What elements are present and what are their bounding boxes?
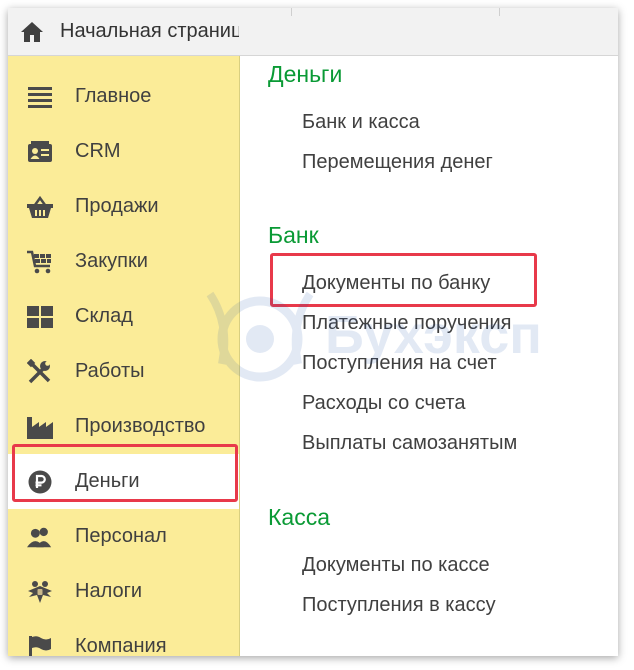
sidebar-item-label: Персонал	[75, 525, 167, 547]
link-cash-documents[interactable]: Документы по кассе	[302, 554, 490, 577]
link-account-receipts[interactable]: Поступления на счет	[302, 352, 497, 375]
section-sidebar: Главное CRM Продажи Закупки Склад Работы…	[8, 56, 240, 656]
sidebar-item-money[interactable]: Деньги	[8, 454, 239, 509]
app-window: Начальная страница Главное CRM Продажи З…	[8, 8, 618, 656]
link-bank-documents[interactable]: Документы по банку	[302, 272, 490, 295]
shopping-cart-icon	[27, 249, 53, 275]
sidebar-item-company[interactable]: Компания	[8, 619, 239, 656]
sidebar-item-label: Деньги	[75, 470, 140, 492]
link-self-employed-payouts[interactable]: Выплаты самозанятым	[302, 432, 517, 455]
section-title-bank: Банк	[268, 222, 319, 248]
sidebar-item-personnel[interactable]: Персонал	[8, 509, 239, 564]
tab-bar: Начальная страница	[8, 8, 618, 56]
link-payment-orders[interactable]: Платежные поручения	[302, 312, 511, 335]
warehouse-boxes-icon	[27, 304, 53, 330]
section-title-cash: Касса	[268, 504, 330, 530]
sidebar-item-main[interactable]: Главное	[8, 69, 239, 124]
sidebar-item-label: Продажи	[75, 195, 159, 217]
sidebar-item-label: Закупки	[75, 250, 148, 272]
contact-card-icon	[27, 139, 53, 165]
home-tab[interactable]: Начальная страница	[8, 8, 239, 55]
home-icon	[21, 21, 43, 42]
section-title-money: Деньги	[268, 61, 343, 87]
ruble-coin-icon	[27, 469, 53, 495]
factory-icon	[27, 414, 53, 440]
sidebar-item-warehouse[interactable]: Склад	[8, 289, 239, 344]
home-tab-label: Начальная страница	[60, 20, 239, 42]
sidebar-item-production[interactable]: Производство	[8, 399, 239, 454]
flag-icon	[27, 634, 53, 656]
sidebar-item-label: Главное	[75, 85, 152, 107]
link-account-expenses[interactable]: Расходы со счета	[302, 392, 465, 415]
people-icon	[27, 524, 53, 550]
link-cash-receipts[interactable]: Поступления в кассу	[302, 594, 496, 617]
sidebar-item-label: Работы	[75, 360, 145, 382]
sidebar-item-crm[interactable]: CRM	[8, 124, 239, 179]
link-money-transfers[interactable]: Перемещения денег	[302, 151, 493, 174]
sidebar-item-taxes[interactable]: Налоги	[8, 564, 239, 619]
menu-lines-icon	[27, 84, 53, 110]
tab-divider	[291, 8, 292, 16]
sidebar-item-label: Склад	[75, 305, 133, 327]
sidebar-item-label: Налоги	[75, 580, 143, 602]
tab-divider	[499, 8, 500, 16]
sidebar-item-label: Производство	[75, 415, 206, 437]
sidebar-item-works[interactable]: Работы	[8, 344, 239, 399]
link-bank-and-cash[interactable]: Банк и касса	[302, 111, 420, 134]
shopping-basket-icon	[27, 194, 53, 220]
emblem-icon	[27, 579, 53, 605]
tools-icon	[27, 358, 53, 385]
sidebar-item-sales[interactable]: Продажи	[8, 179, 239, 234]
section-menu-panel: Деньги Банк и касса Перемещения денег Ба…	[240, 56, 618, 656]
sidebar-item-label: CRM	[75, 140, 121, 162]
sidebar-item-purchases[interactable]: Закупки	[8, 234, 239, 289]
sidebar-item-label: Компания	[75, 635, 167, 656]
